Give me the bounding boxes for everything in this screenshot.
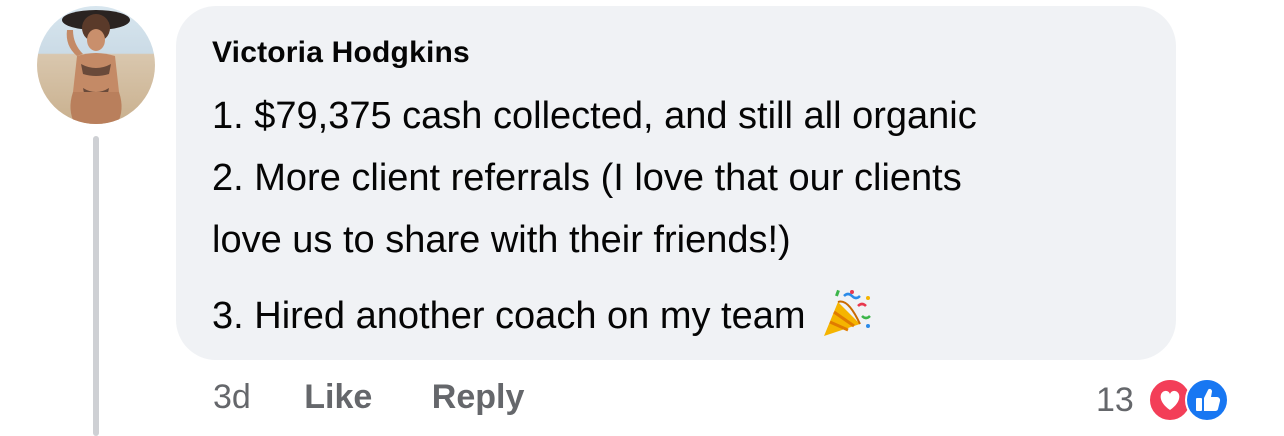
comment-text: 3. Hired another coach on my team: [212, 295, 806, 337]
avatar-photo: [62, 10, 130, 124]
comment-bubble: Victoria Hodgkins 1. $79,375 cash collec…: [176, 6, 1176, 360]
author-avatar[interactable]: [37, 6, 155, 124]
comment-text-line: love us to share with their friends!): [212, 219, 791, 261]
comment-text-line: 3. Hired another coach on my team: [212, 288, 874, 340]
like-button[interactable]: Like: [304, 378, 372, 417]
reaction-summary[interactable]: 13: [1096, 376, 1244, 424]
thread-line: [93, 136, 99, 436]
comment-actions: 3d Like Reply: [213, 378, 524, 417]
reaction-icons[interactable]: [1147, 376, 1244, 424]
comment-text-line: 2. More client referrals (I love that ou…: [212, 157, 962, 199]
author-name[interactable]: Victoria Hodgkins: [212, 36, 470, 70]
party-popper-icon: [823, 289, 871, 336]
reaction-count: 13: [1096, 380, 1134, 419]
comment-timestamp[interactable]: 3d: [213, 378, 251, 417]
comment-text-line: 1. $79,375 cash collected, and still all…: [212, 95, 977, 137]
like-reaction-icon: [1184, 378, 1229, 422]
reply-button[interactable]: Reply: [432, 378, 525, 417]
